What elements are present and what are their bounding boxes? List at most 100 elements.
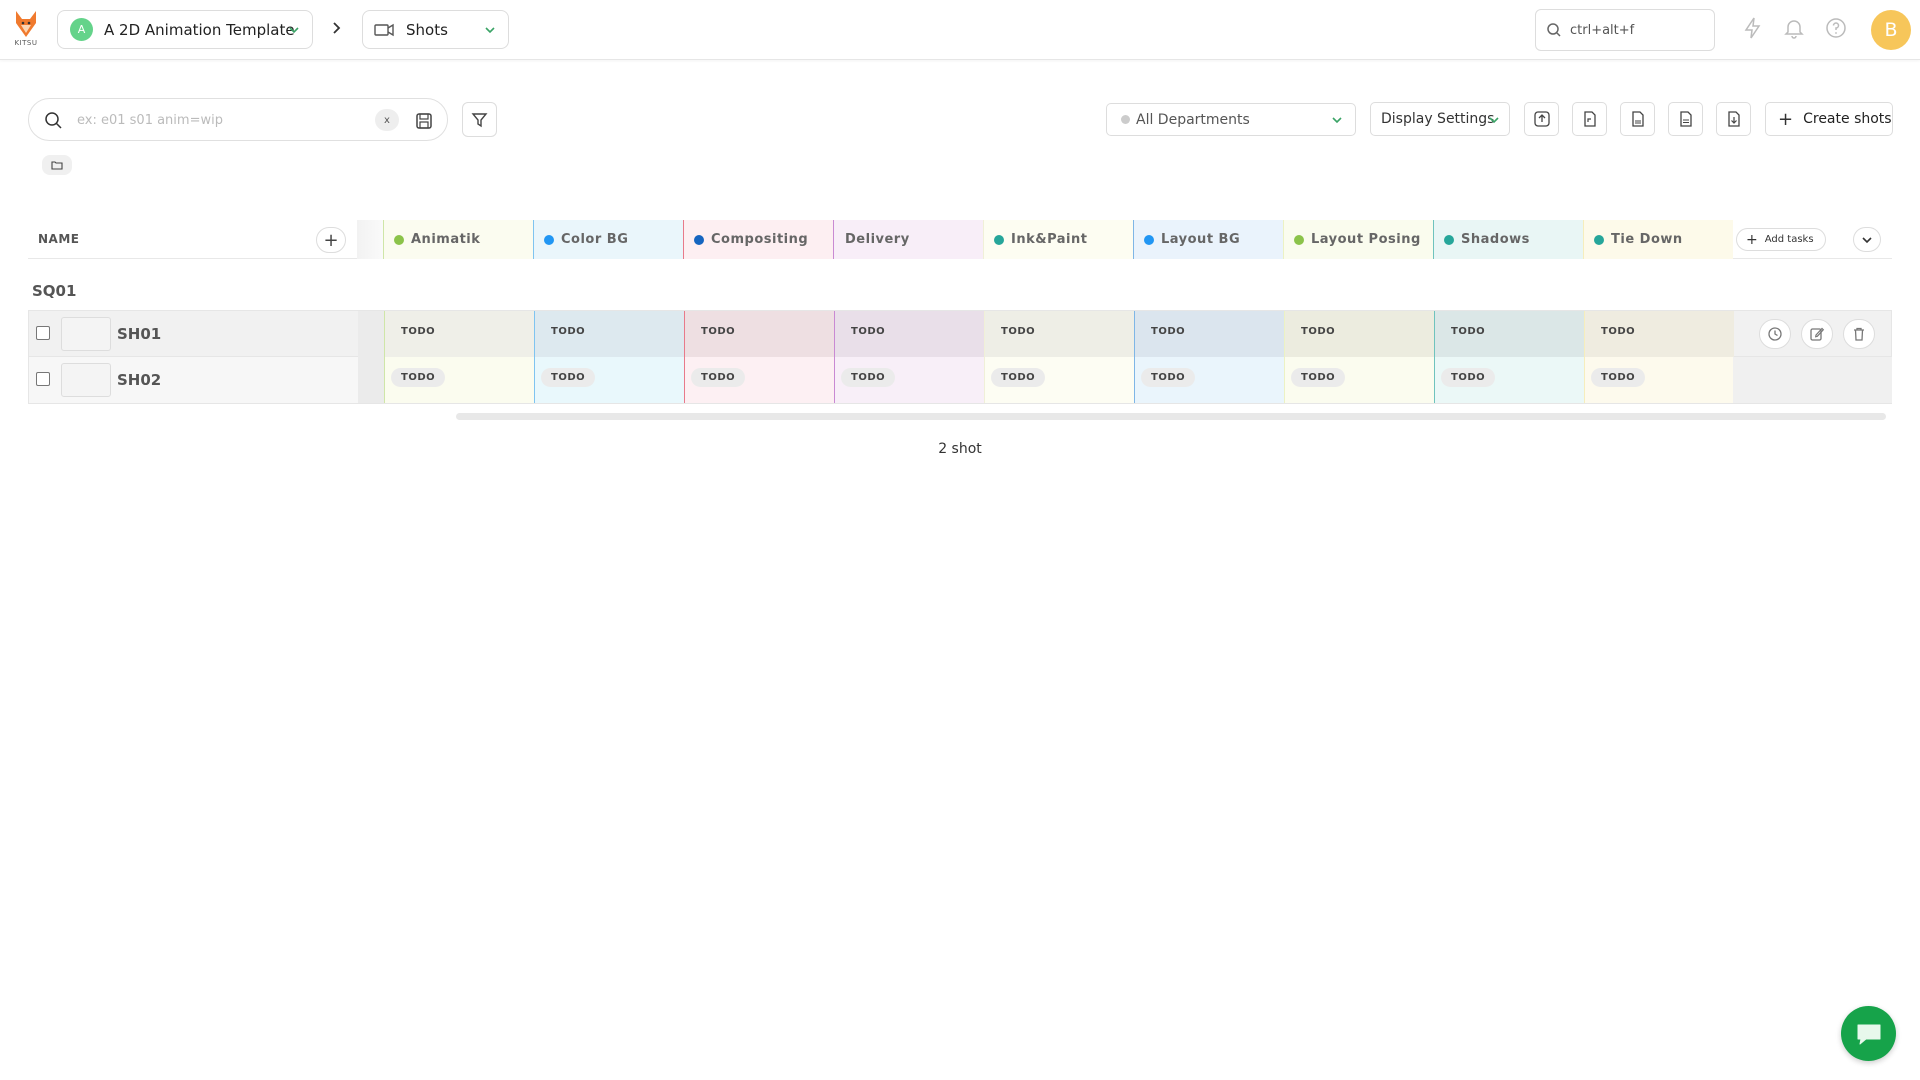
file-sequence-icon (1583, 111, 1596, 127)
clear-search-button[interactable]: x (375, 109, 399, 131)
add-column-button[interactable]: + (316, 227, 346, 253)
add-tasks-button[interactable]: + Add tasks (1736, 228, 1826, 251)
chevron-down-icon (1489, 117, 1499, 124)
task-status-cell[interactable]: TODO (384, 311, 534, 357)
task-type-dot (1444, 234, 1454, 245)
search-icon (45, 112, 62, 129)
user-avatar[interactable]: B (1871, 10, 1911, 50)
task-type-dot (694, 234, 704, 245)
task-status-cell[interactable]: TODO (1134, 311, 1284, 357)
search-input[interactable] (77, 109, 377, 131)
status-badge: TODO (851, 326, 886, 337)
task-column-label: Layout BG (1161, 232, 1241, 247)
task-status-cell[interactable]: TODO (684, 357, 834, 403)
collapse-columns-button[interactable] (1853, 227, 1881, 252)
task-column-label: Compositing (711, 232, 809, 247)
status-badge: TODO (991, 368, 1046, 387)
chevron-down-icon (1862, 236, 1872, 243)
table-row: SH01 TODO TODO TODO TODO TODO TODO TODO TODO TOD… (28, 310, 1892, 357)
task-status-cell[interactable]: TODO (834, 357, 984, 403)
shot-name[interactable]: SH02 (117, 371, 161, 389)
task-status-cell[interactable]: TODO (1434, 357, 1584, 403)
task-status-cell[interactable]: TODO (1284, 311, 1434, 357)
task-column-header[interactable]: Compositing (683, 220, 833, 259)
export-file-button[interactable] (1668, 102, 1703, 136)
delete-button[interactable] (1843, 319, 1875, 349)
plus-icon: + (1746, 231, 1758, 248)
task-status-cell[interactable]: TODO (1584, 311, 1734, 357)
task-column-header[interactable]: Animatik (383, 220, 533, 259)
trash-icon (1854, 327, 1864, 341)
history-button[interactable] (1759, 319, 1791, 349)
filter-icon (471, 113, 488, 128)
download-button[interactable] (1716, 102, 1751, 136)
shot-thumbnail[interactable] (61, 317, 111, 351)
lightning-icon[interactable] (1741, 16, 1765, 40)
row-checkbox[interactable] (36, 326, 50, 340)
task-status-cell[interactable]: TODO (834, 311, 984, 357)
task-status-cell[interactable]: TODO (384, 357, 534, 403)
clock-icon (1768, 327, 1782, 341)
export-csv-button[interactable] (1620, 102, 1655, 136)
task-column-header[interactable]: Layout BG (1133, 220, 1283, 259)
task-column-label: Layout Posing (1311, 232, 1421, 247)
task-status-cell[interactable]: TODO (534, 311, 684, 357)
department-selector[interactable]: All Departments (1106, 103, 1356, 136)
section-selector[interactable]: Shots (362, 10, 509, 49)
plus-icon: + (1778, 108, 1794, 130)
display-settings-button[interactable]: Display Settings (1370, 102, 1510, 136)
task-column-header[interactable]: Tie Down (1583, 220, 1733, 259)
status-badge: TODO (1001, 326, 1036, 337)
task-type-dot (1594, 234, 1604, 245)
task-status-cell[interactable]: TODO (1584, 357, 1734, 403)
help-icon[interactable] (1824, 16, 1848, 40)
shot-name[interactable]: SH01 (117, 325, 161, 343)
edit-button[interactable] (1801, 319, 1833, 349)
task-column-header[interactable]: Color BG (533, 220, 683, 259)
header-spacer (357, 220, 383, 259)
kitsu-logo[interactable]: KITSU (13, 9, 39, 51)
import-button[interactable] (1524, 102, 1559, 136)
task-status-cell[interactable]: TODO (984, 357, 1134, 403)
saved-filters-button[interactable] (42, 155, 72, 175)
filter-builder-button[interactable] (462, 102, 497, 137)
task-column-label: Shadows (1461, 232, 1530, 247)
global-search[interactable]: ctrl+alt+f (1535, 9, 1715, 51)
bell-icon[interactable] (1782, 16, 1806, 40)
task-column-header[interactable]: Ink&Paint (983, 220, 1133, 259)
row-checkbox[interactable] (36, 372, 50, 386)
row-actions-area (1733, 357, 1892, 403)
status-badge: TODO (1591, 368, 1646, 387)
task-column-label: Color BG (561, 232, 629, 247)
horizontal-scrollbar[interactable] (456, 413, 1886, 420)
edl-import-button[interactable] (1572, 102, 1607, 136)
task-status-cell[interactable]: TODO (1434, 311, 1584, 357)
project-avatar: A (70, 18, 93, 41)
task-column-header[interactable]: Shadows (1433, 220, 1583, 259)
task-status-cell[interactable]: TODO (1284, 357, 1434, 403)
search-icon (1547, 23, 1561, 37)
status-badge: TODO (551, 326, 586, 337)
task-status-cell[interactable]: TODO (684, 311, 834, 357)
task-column-header[interactable]: Delivery (833, 220, 983, 259)
chat-button[interactable] (1841, 1006, 1896, 1061)
task-type-dot (1144, 234, 1154, 245)
status-badge: TODO (1601, 326, 1636, 337)
file-download-icon (1727, 111, 1740, 127)
task-type-dot (544, 234, 554, 245)
fox-logo-icon (16, 11, 36, 37)
name-column-header[interactable]: NAME (38, 232, 79, 246)
task-column-header[interactable]: Layout Posing (1283, 220, 1433, 259)
create-shots-button[interactable]: + Create shots (1765, 102, 1893, 136)
task-status-cell[interactable]: TODO (1134, 357, 1284, 403)
project-selector[interactable]: A A 2D Animation Template (57, 10, 313, 49)
shot-search: x (28, 98, 448, 141)
status-badge: TODO (691, 368, 746, 387)
chat-icon (1857, 1024, 1880, 1044)
task-column-label: Delivery (845, 232, 910, 247)
create-shots-label: Create shots (1803, 111, 1892, 127)
task-status-cell[interactable]: TODO (534, 357, 684, 403)
save-search-icon[interactable] (413, 110, 435, 132)
shot-thumbnail[interactable] (61, 363, 111, 397)
task-status-cell[interactable]: TODO (984, 311, 1134, 357)
